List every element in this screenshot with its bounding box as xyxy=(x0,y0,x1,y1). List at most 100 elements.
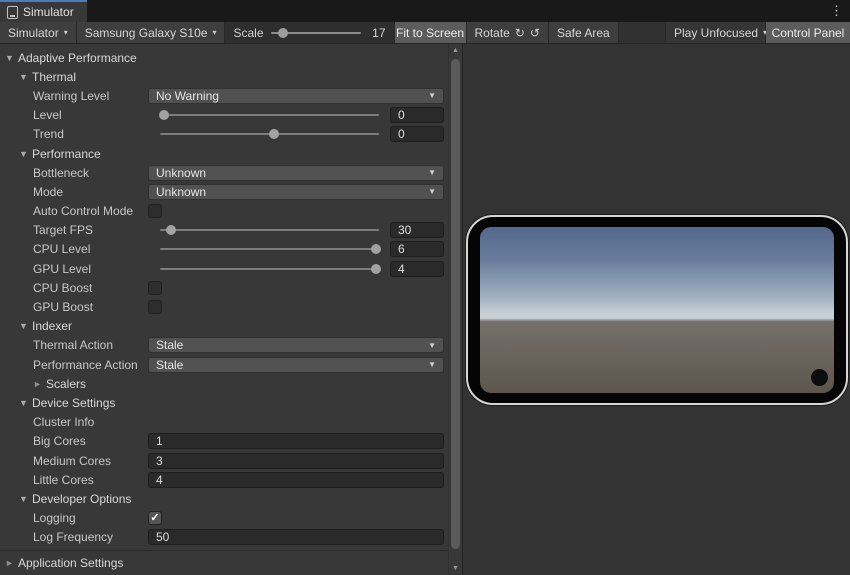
inspector-row-bottleneck: BottleneckUnknown▼ xyxy=(0,163,449,182)
inspector-row-adaptive-performance[interactable]: ▼Adaptive Performance xyxy=(0,48,449,67)
rotate-ccw-icon[interactable]: ↺ xyxy=(530,27,540,39)
device-screen[interactable] xyxy=(480,227,834,393)
row-label: GPU Level xyxy=(33,262,91,276)
dropdown-performance-action[interactable]: Stale▼ xyxy=(148,357,444,373)
inspector-row-level: Level 0 xyxy=(0,106,449,125)
row-label: Level xyxy=(33,108,62,122)
value-field-gpu-level[interactable]: 4 xyxy=(390,261,444,277)
scroll-up-icon[interactable]: ▲ xyxy=(449,47,462,54)
dropdown-value: Stale xyxy=(156,358,183,372)
slider-handle[interactable] xyxy=(166,225,176,235)
window-tab-bar: Simulator ⋮ xyxy=(0,0,850,22)
foldout-closed-icon[interactable]: ► xyxy=(5,558,18,568)
value-field-level[interactable]: 0 xyxy=(390,107,444,123)
slider-handle[interactable] xyxy=(159,110,169,120)
simulator-mode-dropdown[interactable]: Simulator ▾ xyxy=(0,22,77,43)
inspector-row-medium-cores: Medium Cores3 xyxy=(0,451,449,470)
checkbox-logging[interactable]: ✓ xyxy=(148,511,162,525)
slider-handle[interactable] xyxy=(269,129,279,139)
scroll-down-icon[interactable]: ▼ xyxy=(449,565,462,572)
slider-gpu-level[interactable] xyxy=(160,268,379,270)
rotate-cw-icon[interactable]: ↻ xyxy=(515,27,525,39)
row-label: Trend xyxy=(33,127,64,141)
row-label: GPU Boost xyxy=(33,300,93,314)
row-label: Adaptive Performance xyxy=(18,51,137,65)
rotate-label: Rotate xyxy=(475,26,510,40)
device-select-dropdown[interactable]: Samsung Galaxy S10e ▾ xyxy=(77,22,226,43)
row-label: Performance Action xyxy=(33,358,138,372)
adaptive-performance-inspector: ▼Adaptive Performance▼ThermalWarning Lev… xyxy=(0,44,463,575)
play-unfocused-dropdown[interactable]: Play Unfocused ▾ xyxy=(666,22,766,43)
window-menu-icon[interactable]: ⋮ xyxy=(830,3,843,19)
foldout-closed-icon[interactable]: ► xyxy=(33,379,46,389)
chevron-down-icon: ▾ xyxy=(64,29,68,37)
inspector-row-thermal[interactable]: ▼Thermal xyxy=(0,67,449,86)
simulator-mode-label: Simulator xyxy=(8,26,59,40)
checkbox-auto-control-mode[interactable] xyxy=(148,204,162,218)
value-field-trend[interactable]: 0 xyxy=(390,126,444,142)
dropdown-warning-level[interactable]: No Warning▼ xyxy=(148,88,444,104)
field-big-cores[interactable]: 1 xyxy=(148,433,444,449)
row-label: Auto Control Mode xyxy=(33,204,133,218)
device-preview-area xyxy=(463,44,850,575)
value-field-target-fps[interactable]: 30 xyxy=(390,222,444,238)
slider-trend[interactable] xyxy=(160,133,379,135)
row-label: Scalers xyxy=(46,377,86,391)
slider-handle[interactable] xyxy=(371,264,381,274)
scale-slider[interactable] xyxy=(271,32,361,34)
rotate-group: Rotate ↻ ↺ xyxy=(467,22,549,43)
foldout-open-icon[interactable]: ▼ xyxy=(19,494,32,504)
control-panel-button[interactable]: Control Panel xyxy=(766,22,850,43)
scale-label: Scale xyxy=(233,26,263,40)
slider-cpu-level[interactable] xyxy=(160,248,379,250)
inspector-row-performance[interactable]: ▼Performance xyxy=(0,144,449,163)
value-field-cpu-level[interactable]: 6 xyxy=(390,241,444,257)
inspector-row-mode: ModeUnknown▼ xyxy=(0,182,449,201)
inspector-row-device-settings[interactable]: ▼Device Settings xyxy=(0,393,449,412)
slider-target-fps[interactable] xyxy=(160,229,379,231)
inspector-row-scalers[interactable]: ►Scalers xyxy=(0,374,449,393)
field-log-frequency[interactable]: 50 xyxy=(148,529,444,545)
chevron-down-icon: ▼ xyxy=(428,341,436,350)
simulator-toolbar: Simulator ▾ Samsung Galaxy S10e ▾ Scale … xyxy=(0,22,850,44)
checkbox-gpu-boost[interactable] xyxy=(148,300,162,314)
inspector-scrollbar[interactable]: ▲ ▼ xyxy=(448,44,462,575)
inspector-row-application-settings[interactable]: ►Application Settings xyxy=(0,553,153,572)
inspector-row-auto-control-mode: Auto Control Mode xyxy=(0,202,449,221)
checkbox-cpu-boost[interactable] xyxy=(148,281,162,295)
scale-slider-handle[interactable] xyxy=(278,28,288,38)
simulated-device-frame[interactable] xyxy=(466,215,848,405)
row-label: CPU Level xyxy=(33,242,90,256)
tab-simulator[interactable]: Simulator xyxy=(0,0,87,22)
field-medium-cores[interactable]: 3 xyxy=(148,453,444,469)
inspector-row-cpu-level: CPU Level 6 xyxy=(0,240,449,259)
fit-to-screen-button[interactable]: Fit to Screen xyxy=(395,22,467,43)
foldout-open-icon[interactable]: ▼ xyxy=(19,398,32,408)
dropdown-value: Unknown xyxy=(156,166,206,180)
foldout-open-icon[interactable]: ▼ xyxy=(19,149,32,159)
safe-area-button[interactable]: Safe Area xyxy=(549,22,619,43)
inspector-row-developer-options[interactable]: ▼Developer Options xyxy=(0,489,449,508)
slider-handle[interactable] xyxy=(371,244,381,254)
dropdown-value: Unknown xyxy=(156,185,206,199)
inspector-row-indexer[interactable]: ▼Indexer xyxy=(0,317,449,336)
camera-punch-hole xyxy=(811,369,828,386)
dropdown-mode[interactable]: Unknown ▼ xyxy=(148,184,444,200)
row-label: Device Settings xyxy=(32,396,115,410)
simulator-main: ▼Adaptive Performance▼ThermalWarning Lev… xyxy=(0,44,850,575)
slider-level[interactable] xyxy=(160,114,379,116)
row-label: Performance xyxy=(32,147,101,161)
scale-value: 17 xyxy=(368,26,386,40)
row-label: Target FPS xyxy=(33,223,93,237)
device-icon xyxy=(7,6,18,19)
dropdown-bottleneck[interactable]: Unknown▼ xyxy=(148,165,444,181)
scrollbar-thumb[interactable] xyxy=(451,59,460,549)
chevron-down-icon: ▼ xyxy=(428,187,436,196)
application-settings-row: ►Application Settings xyxy=(0,550,449,575)
field-little-cores[interactable]: 4 xyxy=(148,472,444,488)
foldout-open-icon[interactable]: ▼ xyxy=(19,72,32,82)
row-label: Log Frequency xyxy=(33,530,113,544)
foldout-open-icon[interactable]: ▼ xyxy=(5,53,18,63)
dropdown-thermal-action[interactable]: Stale▼ xyxy=(148,337,444,353)
foldout-open-icon[interactable]: ▼ xyxy=(19,321,32,331)
